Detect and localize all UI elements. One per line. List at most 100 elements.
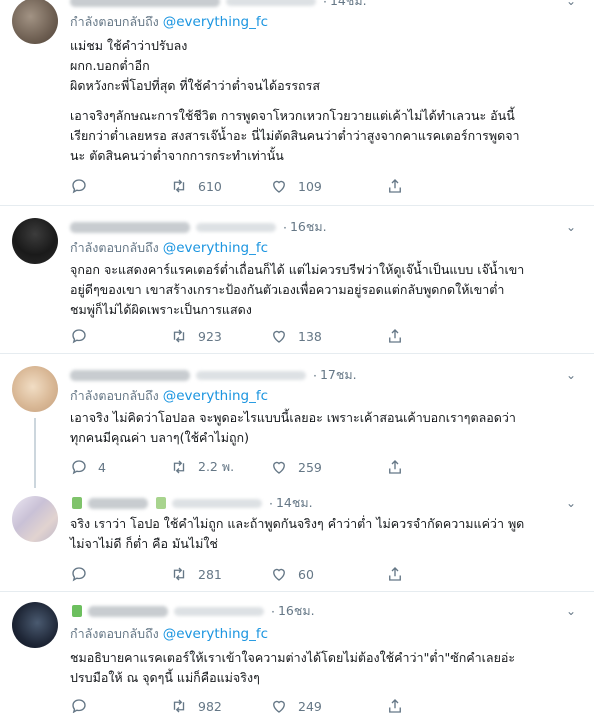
mention-link[interactable]: @everything_fc bbox=[163, 388, 268, 404]
tweet-line: นะ ตัดสินคนว่าต่ำจากการกระทำเท่านั้น bbox=[70, 148, 284, 163]
chevron-down-icon[interactable]: ⌄ bbox=[562, 218, 580, 236]
tweet-actions: 4 2.2 พ. 259 bbox=[70, 457, 510, 477]
tweet-line: ชมอธิบายคาแรคเตอร์ให้เราเข้าใจความต่างได… bbox=[70, 650, 516, 665]
author-name[interactable] bbox=[70, 369, 190, 381]
tweet[interactable]: · 17ชม. ⌄ กำลังตอบกลับถึง @everything_fc… bbox=[0, 354, 594, 488]
author-name[interactable] bbox=[70, 221, 190, 233]
retweet-button[interactable]: 281 bbox=[170, 565, 270, 583]
tweet-header: · 14ชม. bbox=[70, 494, 313, 512]
tweet[interactable]: · 16ชม. ⌄ กำลังตอบกลับถึง @everything_fc… bbox=[0, 206, 594, 354]
tweet-line: ผกก.บอกต่ำอีก bbox=[70, 58, 150, 73]
author-handle[interactable] bbox=[196, 222, 276, 232]
reply-icon bbox=[72, 699, 86, 713]
tweet-actions: 281 60 bbox=[70, 564, 510, 584]
avatar[interactable] bbox=[12, 602, 58, 648]
tweet-text: แม่ชม ใช้คำว่าปรับลง ผกก.บอกต่ำอีก ผิดหว… bbox=[70, 36, 576, 166]
tweet-text: เอาจริง ไม่คิดว่าโอปอล จะพูดอะไรแบบนี้เล… bbox=[70, 408, 576, 448]
author-handle[interactable] bbox=[196, 370, 306, 380]
reply-button[interactable]: 4 bbox=[70, 458, 170, 476]
separator-dot: · bbox=[283, 219, 287, 235]
timestamp[interactable]: 17ชม. bbox=[320, 365, 357, 385]
tweet-header: · 14ชม. bbox=[70, 0, 367, 10]
author-name[interactable] bbox=[70, 0, 220, 7]
mention-link[interactable]: @everything_fc bbox=[163, 626, 268, 642]
author-name[interactable] bbox=[88, 605, 168, 617]
like-count: 259 bbox=[298, 459, 322, 475]
retweet-count: 610 bbox=[198, 178, 222, 194]
timestamp[interactable]: 16ชม. bbox=[290, 217, 327, 237]
reply-prefix: กำลังตอบกลับถึง bbox=[70, 240, 159, 255]
author-handle[interactable] bbox=[226, 0, 316, 6]
tweet[interactable]: · 14ชม. ⌄ กำลังตอบกลับถึง @everything_fc… bbox=[0, 0, 594, 206]
reply-prefix: กำลังตอบกลับถึง bbox=[70, 14, 159, 29]
share-icon bbox=[389, 329, 401, 343]
chevron-down-icon[interactable]: ⌄ bbox=[562, 366, 580, 384]
retweet-icon bbox=[173, 567, 185, 581]
reply-to-line: กำลังตอบกลับถึง @everything_fc bbox=[70, 12, 268, 32]
reply-button[interactable] bbox=[70, 177, 170, 195]
share-button[interactable] bbox=[386, 697, 416, 713]
reply-button[interactable] bbox=[70, 565, 170, 583]
tweet-text: จริง เราว่า โอปอ ใช้คำไม่ถูก และถ้าพูดกั… bbox=[70, 514, 576, 554]
timestamp[interactable]: 14ชม. bbox=[276, 493, 313, 513]
like-button[interactable]: 109 bbox=[270, 177, 370, 195]
reply-button[interactable] bbox=[70, 697, 170, 713]
retweet-button[interactable]: 2.2 พ. bbox=[170, 457, 270, 477]
avatar[interactable] bbox=[12, 496, 58, 542]
mention-link[interactable]: @everything_fc bbox=[163, 240, 268, 256]
tweet-line: เอาจริง ไม่คิดว่าโอปอล จะพูดอะไรแบบนี้เล… bbox=[70, 410, 516, 425]
retweet-count: 281 bbox=[198, 566, 222, 582]
avatar[interactable] bbox=[12, 0, 58, 44]
like-icon bbox=[273, 700, 285, 713]
like-icon bbox=[273, 330, 285, 343]
reply-to-line: กำลังตอบกลับถึง @everything_fc bbox=[70, 386, 268, 406]
reply-icon bbox=[72, 460, 86, 475]
chevron-down-icon[interactable]: ⌄ bbox=[562, 0, 580, 10]
tweet-line: แม่ชม ใช้คำว่าปรับลง bbox=[70, 38, 188, 53]
like-button[interactable]: 259 bbox=[270, 458, 370, 476]
like-button[interactable]: 60 bbox=[270, 565, 370, 583]
author-handle[interactable] bbox=[174, 606, 264, 616]
tweet-line: ปรบมือให้ ณ จุดๆนี้ แม่ก็คือแม่จริงๆ bbox=[70, 670, 260, 685]
tweet-line: เรียกว่าต่ำเลยหรอ สงสารเจ๊น้ำอะ นี่ไม่ตั… bbox=[70, 128, 520, 143]
tweet-line bbox=[70, 96, 576, 106]
tweet[interactable]: · 14ชม. ⌄ จริง เราว่า โอปอ ใช้คำไม่ถูก แ… bbox=[0, 488, 594, 592]
retweet-button[interactable]: 610 bbox=[170, 177, 270, 195]
avatar[interactable] bbox=[12, 366, 58, 412]
like-count: 109 bbox=[298, 178, 322, 194]
like-icon bbox=[273, 461, 285, 474]
retweet-icon bbox=[173, 460, 185, 474]
reply-feed: · 14ชม. ⌄ กำลังตอบกลับถึง @everything_fc… bbox=[0, 0, 594, 713]
share-button[interactable] bbox=[386, 458, 416, 476]
like-button[interactable]: 138 bbox=[270, 327, 370, 345]
author-handle[interactable] bbox=[172, 498, 262, 508]
reply-to-line: กำลังตอบกลับถึง @everything_fc bbox=[70, 624, 268, 644]
share-button[interactable] bbox=[386, 177, 416, 195]
tweet-line: เอาจริงๆลักษณะการใช้ชีวิต การพูดจาโหวกเห… bbox=[70, 108, 515, 123]
chevron-down-icon[interactable]: ⌄ bbox=[562, 494, 580, 512]
like-button[interactable]: 249 bbox=[270, 697, 370, 713]
like-count: 249 bbox=[298, 698, 322, 713]
tweet[interactable]: · 16ชม. ⌄ กำลังตอบกลับถึง @everything_fc… bbox=[0, 592, 594, 713]
author-name[interactable] bbox=[88, 497, 148, 509]
timestamp[interactable]: 16ชม. bbox=[278, 601, 315, 621]
tweet-line: ชมพู่ก็ไม่ได้ผิดเพราะเป็นการแสดง bbox=[70, 302, 252, 317]
separator-dot: · bbox=[271, 603, 275, 619]
tweet-actions: 923 138 bbox=[70, 326, 510, 346]
tweet-line: จุกอก จะแสดงคาร์แรคเตอร์ต่ำเถื่อนก็ได้ แ… bbox=[70, 262, 525, 277]
tweet-header: · 16ชม. bbox=[70, 602, 315, 620]
tweet-line: อยู่ดีๆของเขา เขาสร้างเกราะป้องกันตัวเอง… bbox=[70, 282, 505, 297]
mention-link[interactable]: @everything_fc bbox=[163, 14, 268, 30]
chevron-down-icon[interactable]: ⌄ bbox=[562, 602, 580, 620]
reply-to-line: กำลังตอบกลับถึง @everything_fc bbox=[70, 238, 268, 258]
retweet-count: 982 bbox=[198, 698, 222, 713]
share-button[interactable] bbox=[386, 327, 416, 345]
reply-icon bbox=[72, 329, 86, 344]
timestamp[interactable]: 14ชม. bbox=[330, 0, 367, 11]
reply-button[interactable] bbox=[70, 327, 170, 345]
avatar[interactable] bbox=[12, 218, 58, 264]
reply-icon bbox=[72, 179, 86, 194]
retweet-button[interactable]: 982 bbox=[170, 697, 270, 713]
retweet-button[interactable]: 923 bbox=[170, 327, 270, 345]
share-button[interactable] bbox=[386, 565, 416, 583]
